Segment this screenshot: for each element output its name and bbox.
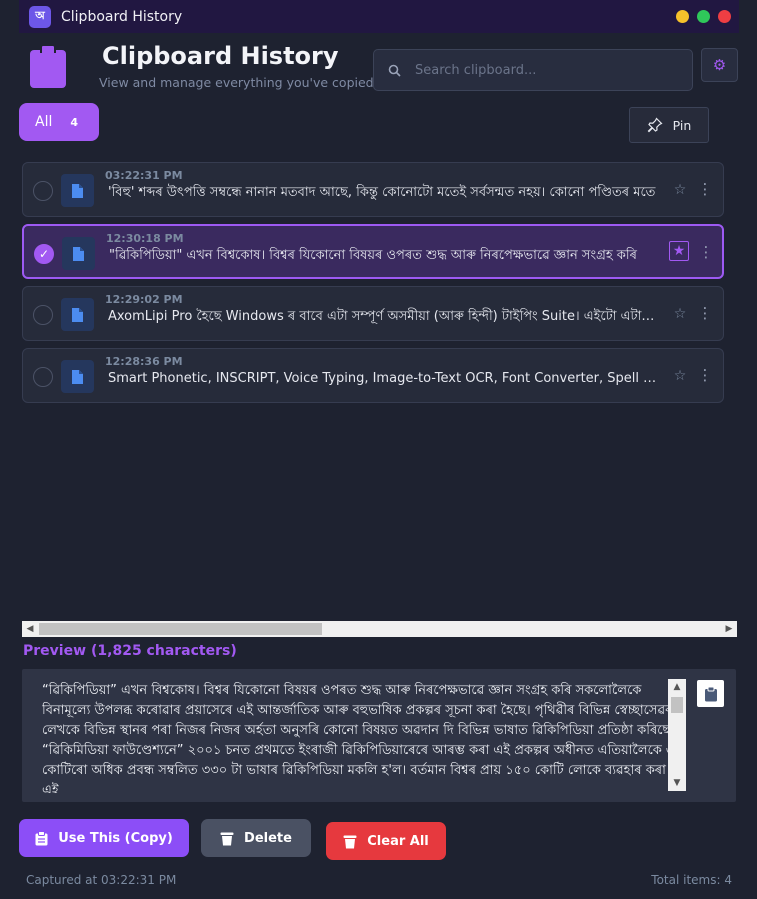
item-text: 'বিহু' শব্দৰ উৎপত্তি সম্বন্ধে নানান মতবা… <box>108 185 656 200</box>
item-select-checkbox[interactable] <box>33 367 53 387</box>
star-icon[interactable]: ☆ <box>670 180 690 200</box>
preview-char-count: (1,825 characters) <box>91 643 237 659</box>
item-timestamp: 12:28:36 PM <box>105 355 183 368</box>
horizontal-scroll-thumb[interactable] <box>39 623 322 635</box>
close-button[interactable] <box>718 10 731 23</box>
minimize-button[interactable] <box>676 10 689 23</box>
app-logo-icon: অ <box>29 5 51 28</box>
item-text: "ৱিকিপিডিয়া" এখন বিশ্বকোষ। বিশ্বৰ যিকোন… <box>109 248 637 263</box>
delete-button[interactable]: Delete <box>201 819 311 857</box>
item-select-checkbox[interactable]: ✓ <box>34 244 54 264</box>
scroll-down-icon[interactable]: ▼ <box>668 775 686 791</box>
filter-all-count: 4 <box>70 115 79 129</box>
clipboard-item[interactable]: ✓ 12:30:18 PM "ৱিকিপিডিয়া" এখন বিশ্বকোষ। … <box>22 224 724 279</box>
gear-icon: ⚙ <box>712 56 727 74</box>
clear-all-label: Clear All <box>367 833 429 849</box>
copy-preview-button[interactable] <box>697 680 724 707</box>
maximize-button[interactable] <box>697 10 710 23</box>
more-options-icon[interactable]: ⋮ <box>698 365 713 385</box>
captured-timestamp: Captured at 03:22:31 PM <box>26 873 177 887</box>
window-controls <box>676 10 731 23</box>
document-icon <box>61 360 94 393</box>
clipboard-icon <box>30 44 66 88</box>
preview-panel: “ৱিকিপিডিয়া” এখন বিশ্বকোষ। বিশ্বৰ যিকোন… <box>22 669 736 802</box>
trash-icon <box>220 832 234 845</box>
pin-filter-button[interactable]: Pin <box>629 107 709 143</box>
clipboard-icon <box>35 830 48 845</box>
delete-label: Delete <box>244 830 292 846</box>
use-copy-label: Use This (Copy) <box>58 830 173 846</box>
star-icon[interactable]: ★ <box>669 241 689 261</box>
clipboard-item[interactable]: 12:29:02 PM AxomLipi Pro হৈছে Windows ৰ ব… <box>22 286 724 341</box>
more-options-icon[interactable]: ⋮ <box>698 303 713 323</box>
preview-text[interactable]: “ৱিকিপিডিয়া” এখন বিশ্বকোষ। বিশ্বৰ যিকোন… <box>42 681 682 793</box>
preview-vertical-scrollbar[interactable]: ▲ ▼ <box>668 679 686 791</box>
scroll-right-icon[interactable]: ▶ <box>721 621 737 637</box>
scroll-up-icon[interactable]: ▲ <box>668 679 686 695</box>
search-icon <box>388 64 401 77</box>
use-copy-button[interactable]: Use This (Copy) <box>19 819 189 857</box>
vertical-scroll-thumb[interactable] <box>671 697 683 713</box>
item-timestamp: 03:22:31 PM <box>105 169 183 182</box>
star-icon[interactable]: ☆ <box>670 366 690 386</box>
scroll-left-icon[interactable]: ◀ <box>22 621 38 637</box>
item-text: Smart Phonetic, INSCRIPT, Voice Typing, … <box>108 371 658 386</box>
clipboard-item[interactable]: 03:22:31 PM 'বিহু' শব্দৰ উৎপত্তি সম্বন্ধে… <box>22 162 724 217</box>
search-box[interactable] <box>373 49 693 91</box>
filter-all-tab[interactable]: All 4 <box>19 103 99 141</box>
window-title: Clipboard History <box>61 8 183 25</box>
clear-all-button[interactable]: Clear All <box>326 822 446 860</box>
star-icon[interactable]: ☆ <box>670 304 690 324</box>
trash-icon <box>343 835 357 848</box>
pin-icon <box>647 117 663 133</box>
clipboard-item[interactable]: 12:28:36 PM Smart Phonetic, INSCRIPT, Voi… <box>22 348 724 403</box>
horizontal-scrollbar[interactable]: ◀ ▶ <box>22 621 737 637</box>
item-select-checkbox[interactable] <box>33 305 53 325</box>
preview-label: Preview <box>23 643 87 659</box>
more-options-icon[interactable]: ⋮ <box>699 242 714 262</box>
search-input[interactable] <box>415 62 675 78</box>
item-timestamp: 12:30:18 PM <box>106 232 184 245</box>
item-text: AxomLipi Pro হৈছে Windows ৰ বাবে এটা সম্… <box>108 309 658 324</box>
settings-button[interactable]: ⚙ <box>701 48 738 82</box>
clipboard-copy-icon <box>704 686 717 701</box>
total-items: Total items: 4 <box>651 873 732 887</box>
page-title: Clipboard History <box>102 42 339 70</box>
title-bar: অ Clipboard History <box>19 0 739 33</box>
document-icon <box>62 237 95 270</box>
item-timestamp: 12:29:02 PM <box>105 293 183 306</box>
page-subtitle: View and manage everything you've copied <box>99 75 374 90</box>
pin-label: Pin <box>672 117 692 133</box>
more-options-icon[interactable]: ⋮ <box>698 179 713 199</box>
item-select-checkbox[interactable] <box>33 181 53 201</box>
document-icon <box>61 298 94 331</box>
document-icon <box>61 174 94 207</box>
filter-all-label: All <box>35 114 53 130</box>
